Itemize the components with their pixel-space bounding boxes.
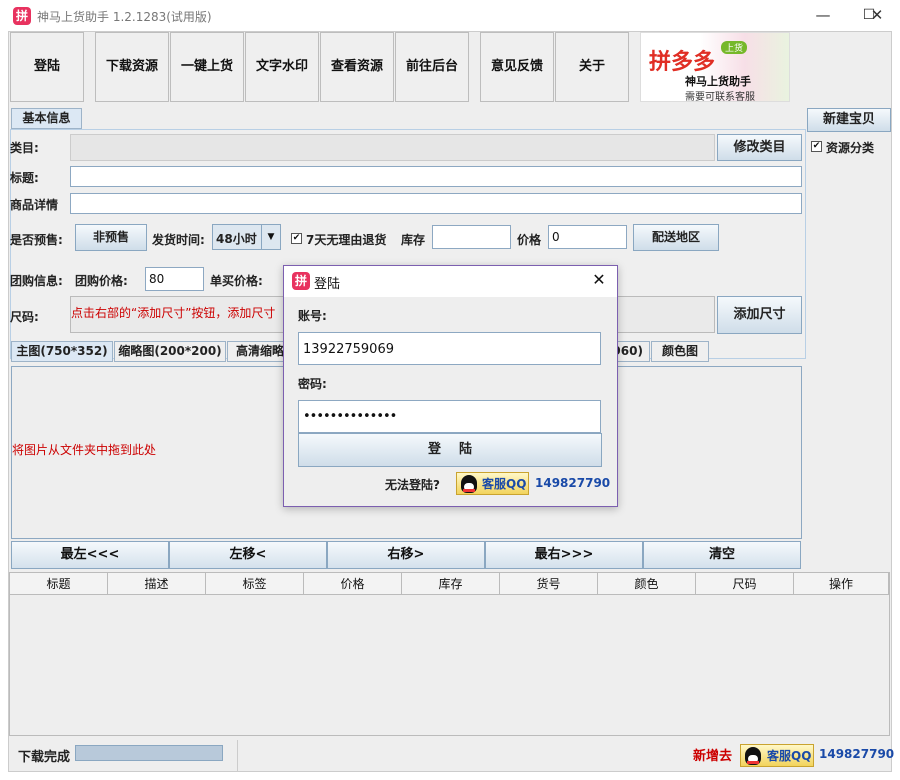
detail-input[interactable]	[70, 193, 802, 214]
clear-button[interactable]: 清空	[643, 541, 801, 569]
password-input[interactable]: ••••••••••••••	[298, 400, 601, 433]
view-resources-button[interactable]: 查看资源	[320, 32, 394, 102]
single-price-label: 单买价格:	[210, 274, 263, 288]
move-leftmost-button[interactable]: 最左<<<	[11, 541, 169, 569]
group-info-label: 团购信息:	[10, 274, 63, 288]
about-button[interactable]: 关于	[555, 32, 629, 102]
dialog-qq-number[interactable]: 149827790	[535, 476, 610, 490]
group-price-input[interactable]: 80	[145, 267, 204, 291]
close-button[interactable]: ✕	[854, 0, 900, 31]
return-label: 7天无理由退货	[306, 233, 387, 247]
title-label: 标题:	[10, 171, 39, 185]
dialog-app-icon: 拼	[292, 272, 310, 290]
ship-time-select[interactable]: 48小时 ▼	[212, 224, 281, 250]
col-description[interactable]: 描述	[108, 573, 206, 595]
download-progress-bar	[75, 745, 223, 761]
price-input[interactable]: 0	[548, 225, 627, 249]
tab-color-image[interactable]: 颜色图	[651, 341, 709, 362]
move-rightmost-button[interactable]: 最右>>>	[485, 541, 643, 569]
cant-login-label: 无法登陆?	[385, 478, 440, 492]
dialog-title-bar: 拼 登陆 ✕	[284, 266, 617, 297]
status-qq-number[interactable]: 149827790	[819, 747, 894, 761]
col-sku[interactable]: 货号	[500, 573, 598, 595]
drop-hint: 将图片从文件夹中拖到此处	[12, 443, 157, 457]
title-bar: 拼 神马上货助手 1.2.1283(试用版) — ☐ ✕	[0, 0, 900, 31]
qq-label: 客服QQ	[482, 477, 527, 491]
group-price-label: 团购价格:	[75, 274, 128, 288]
go-backend-button[interactable]: 前往后台	[395, 32, 469, 102]
login-dialog: 拼 登陆 ✕ 账号: 13922759069 密码: •••••••••••••…	[283, 265, 618, 507]
dialog-close-icon[interactable]: ✕	[589, 270, 609, 289]
stock-input[interactable]	[432, 225, 511, 249]
status-divider	[237, 740, 238, 772]
col-tags[interactable]: 标签	[206, 573, 304, 595]
ship-time-label: 发货时间:	[152, 233, 205, 247]
tab-main-image[interactable]: 主图(750*352)	[11, 341, 113, 362]
chevron-down-icon[interactable]: ▼	[261, 225, 280, 249]
status-qq-button[interactable]: 客服QQ	[740, 744, 814, 767]
ad-name: 神马上货助手	[685, 75, 751, 88]
presale-label: 是否预售:	[10, 233, 63, 247]
title-input[interactable]	[70, 166, 802, 187]
edit-category-button[interactable]: 修改类目	[717, 134, 802, 161]
new-item-button[interactable]: 新建宝贝	[807, 108, 891, 132]
move-left-button[interactable]: 左移<	[169, 541, 327, 569]
dialog-qq-button[interactable]: 客服QQ	[456, 472, 529, 495]
col-size[interactable]: 尺码	[696, 573, 794, 595]
ad-banner[interactable]: 拼多多 上货 神马上货助手 需要可联系客服	[640, 32, 790, 102]
detail-label: 商品详情	[10, 198, 59, 212]
size-label: 尺码:	[10, 310, 39, 324]
items-table: 标题 描述 标签 价格 库存 货号 颜色 尺码 操作	[9, 572, 890, 736]
resource-category-checkbox[interactable]: ✔	[811, 141, 822, 152]
login-toolbar-button[interactable]: 登陆	[10, 32, 84, 102]
ad-subtitle: 需要可联系客服	[685, 92, 755, 102]
presale-button[interactable]: 非预售	[75, 224, 147, 251]
category-label: 类目:	[10, 141, 39, 155]
resource-category-label: 资源分类	[826, 141, 875, 155]
app-icon: 拼	[13, 7, 31, 25]
category-field	[70, 134, 715, 161]
one-click-upload-button[interactable]: 一键上货	[170, 32, 244, 102]
login-submit-button[interactable]: 登 陆	[298, 433, 602, 467]
move-right-button[interactable]: 右移>	[327, 541, 485, 569]
tab-thumbnail[interactable]: 缩略图(200*200)	[114, 341, 226, 362]
return-checkbox[interactable]: ✔	[291, 233, 302, 244]
tab-basic-info[interactable]: 基本信息	[11, 108, 82, 129]
qq-label: 客服QQ	[767, 749, 812, 763]
size-hint: 点击右部的“添加尺寸”按钮，添加尺寸	[71, 306, 276, 320]
stock-label: 库存	[401, 233, 426, 247]
account-input[interactable]: 13922759069	[298, 332, 601, 365]
password-label: 密码:	[298, 377, 327, 391]
ad-badge: 上货	[721, 41, 748, 54]
col-color[interactable]: 颜色	[598, 573, 696, 595]
status-text: 下载完成	[18, 750, 71, 765]
feedback-button[interactable]: 意见反馈	[480, 32, 554, 102]
text-watermark-button[interactable]: 文字水印	[245, 32, 319, 102]
ship-time-value: 48小时	[216, 232, 257, 246]
promo-text: 新增去	[693, 749, 733, 764]
qq-icon	[745, 747, 761, 765]
col-stock[interactable]: 库存	[402, 573, 500, 595]
col-actions[interactable]: 操作	[794, 573, 889, 595]
ad-logo: 拼多多	[649, 50, 716, 75]
delivery-area-button[interactable]: 配送地区	[633, 224, 719, 251]
price-label: 价格	[517, 233, 542, 247]
add-size-button[interactable]: 添加尺寸	[717, 296, 802, 334]
download-resources-button[interactable]: 下载资源	[95, 32, 169, 102]
col-title[interactable]: 标题	[10, 573, 108, 595]
tab-hd-thumbnail[interactable]: 高清缩略	[227, 341, 285, 362]
qq-icon	[461, 475, 477, 493]
dialog-title: 登陆	[314, 277, 341, 292]
minimize-button[interactable]: —	[800, 0, 846, 31]
account-label: 账号:	[298, 309, 327, 323]
window-title: 神马上货助手 1.2.1283(试用版)	[37, 10, 212, 24]
col-price[interactable]: 价格	[304, 573, 402, 595]
